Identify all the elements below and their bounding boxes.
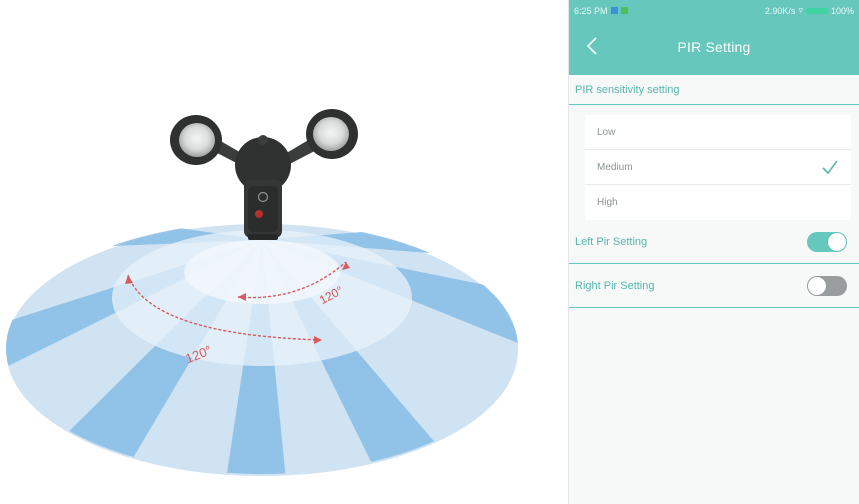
left-lamp <box>170 115 222 165</box>
sensitivity-option-high[interactable]: High <box>585 185 851 220</box>
notification-icon <box>620 7 628 14</box>
right-lamp <box>306 109 358 159</box>
coverage-area <box>6 222 518 476</box>
sensitivity-options: Low Medium High <box>585 115 851 220</box>
floodlight-camera-illustration: 120° 120° <box>6 109 518 476</box>
left-pir-label: Left Pir Setting <box>575 236 648 248</box>
toggle-knob <box>828 233 846 251</box>
page-title: PIR Setting <box>677 39 751 55</box>
right-pir-toggle[interactable] <box>807 276 847 296</box>
status-time: 6:25 PM <box>574 5 608 16</box>
floodlight-camera <box>170 109 358 240</box>
option-label: High <box>597 197 618 208</box>
status-bar: 6:25 PM 2.90K/s ▿ 100% <box>569 0 859 21</box>
network-speed: 2.90K/s <box>764 5 796 16</box>
phone-screen: 6:25 PM 2.90K/s ▿ 100% PIR Setting PIR s… <box>568 0 859 504</box>
option-label: Low <box>597 126 616 138</box>
left-pir-toggle[interactable] <box>807 232 847 252</box>
wifi-icon: ▿ <box>798 5 803 15</box>
checkmark-icon <box>822 160 838 175</box>
left-pir-setting-row: Left Pir Setting <box>569 221 859 264</box>
sensitivity-option-medium[interactable]: Medium <box>585 150 851 185</box>
battery-icon <box>805 7 828 14</box>
toggle-knob <box>808 277 826 295</box>
sensitivity-section-label: PIR sensitivity setting <box>569 75 859 105</box>
app-header: PIR Setting <box>569 21 859 75</box>
right-pir-label: Right Pir Setting <box>575 280 655 292</box>
notification-icon <box>610 7 618 14</box>
option-label: Medium <box>597 161 633 173</box>
right-pir-setting-row: Right Pir Setting <box>569 265 859 308</box>
sensitivity-option-low[interactable]: Low <box>585 115 851 150</box>
battery-level: 100% <box>830 5 854 16</box>
